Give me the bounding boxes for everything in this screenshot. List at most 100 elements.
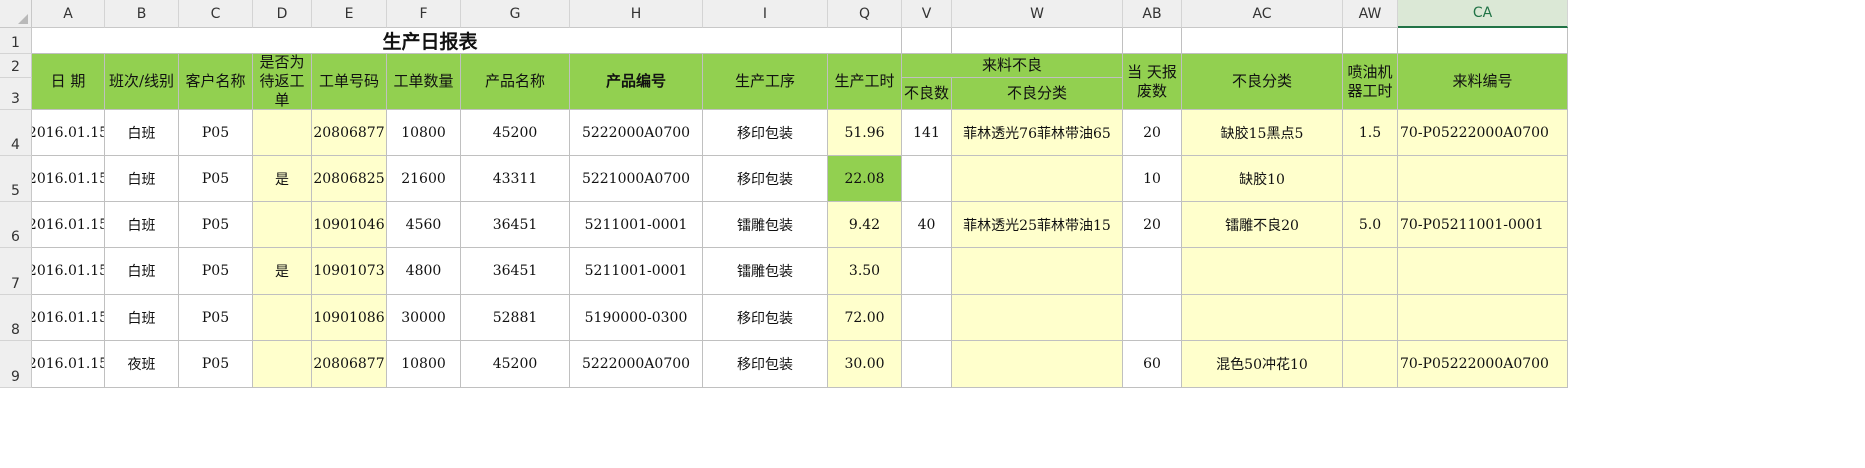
row-header-5[interactable]: 5 [0, 156, 32, 202]
cell-shift-row6[interactable]: 白班 [105, 202, 179, 248]
cell-rework-row7[interactable]: 是 [253, 248, 312, 295]
cell-order-qty-row6[interactable]: 4560 [387, 202, 461, 248]
cell-product-name-row5[interactable]: 43311 [461, 156, 570, 202]
cell-order-no-row7[interactable]: 10901073 [312, 248, 387, 295]
header-shift[interactable]: 班次/线别 [105, 54, 179, 110]
cell-row1-w[interactable] [952, 28, 1123, 54]
column-header-ca[interactable]: CA [1398, 0, 1568, 28]
row-header-8[interactable]: 8 [0, 295, 32, 341]
cell-defect-type-row5[interactable] [952, 156, 1123, 202]
cell-shift-row5[interactable]: 白班 [105, 156, 179, 202]
cell-product-name-row4[interactable]: 45200 [461, 110, 570, 156]
row-header-7[interactable]: 7 [0, 248, 32, 295]
header-defect-qty[interactable]: 不良数 [902, 78, 952, 110]
cell-date-row5[interactable]: 2016.01.15 [32, 156, 105, 202]
row-header-4[interactable]: 4 [0, 110, 32, 156]
cell-defect-qty-row8[interactable] [902, 295, 952, 341]
cell-hours-row5[interactable]: 22.08 [828, 156, 902, 202]
header-defect-class[interactable]: 不良分类 [1182, 54, 1343, 110]
cell-spray-hours-row7[interactable] [1343, 248, 1398, 295]
cell-scrap-row9[interactable]: 60 [1123, 341, 1182, 388]
row-header-9[interactable]: 9 [0, 341, 32, 388]
cell-customer-row9[interactable]: P05 [179, 341, 253, 388]
cell-product-name-row7[interactable]: 36451 [461, 248, 570, 295]
cell-spray-hours-row9[interactable] [1343, 341, 1398, 388]
column-header-d[interactable]: D [253, 0, 312, 28]
column-header-c[interactable]: C [179, 0, 253, 28]
cell-spray-hours-row4[interactable]: 1.5 [1343, 110, 1398, 156]
cell-product-code-row8[interactable]: 5190000-0300 [570, 295, 703, 341]
cell-process-row5[interactable]: 移印包装 [703, 156, 828, 202]
cell-scrap-row4[interactable]: 20 [1123, 110, 1182, 156]
cell-order-qty-row4[interactable]: 10800 [387, 110, 461, 156]
cell-customer-row6[interactable]: P05 [179, 202, 253, 248]
cell-hours-row9[interactable]: 30.00 [828, 341, 902, 388]
cell-customer-row7[interactable]: P05 [179, 248, 253, 295]
cell-order-qty-row9[interactable]: 10800 [387, 341, 461, 388]
header-product-name[interactable]: 产品名称 [461, 54, 570, 110]
cell-shift-row8[interactable]: 白班 [105, 295, 179, 341]
header-order-qty[interactable]: 工单数量 [387, 54, 461, 110]
sheet-title[interactable]: 生产日报表 [32, 28, 828, 54]
cell-shift-row9[interactable]: 夜班 [105, 341, 179, 388]
header-spray-hours[interactable]: 喷油机器工时 [1343, 54, 1398, 110]
cell-customer-row4[interactable]: P05 [179, 110, 253, 156]
cell-defect-class-row6[interactable]: 镭雕不良20 [1182, 202, 1343, 248]
cell-row1-ab[interactable] [1123, 28, 1182, 54]
cell-date-row9[interactable]: 2016.01.15 [32, 341, 105, 388]
header-date[interactable]: 日 期 [32, 54, 105, 110]
cell-order-no-row5[interactable]: 20806825 [312, 156, 387, 202]
cell-defect-type-row4[interactable]: 菲林透光76菲林带油65 [952, 110, 1123, 156]
cell-material-no-row4[interactable]: 70-P05222000A0700 [1398, 110, 1568, 156]
cell-product-code-row9[interactable]: 5222000A0700 [570, 341, 703, 388]
column-header-e[interactable]: E [312, 0, 387, 28]
column-header-w[interactable]: W [952, 0, 1123, 28]
row-header-6[interactable]: 6 [0, 202, 32, 248]
cell-process-row6[interactable]: 镭雕包装 [703, 202, 828, 248]
cell-row1-ca[interactable] [1398, 28, 1568, 54]
column-header-i[interactable]: I [703, 0, 828, 28]
cell-material-no-row8[interactable] [1398, 295, 1568, 341]
header-scrap[interactable]: 当 天报废数 [1123, 54, 1182, 110]
column-header-v[interactable]: V [902, 0, 952, 28]
header-product-code[interactable]: 产品编号 [570, 54, 703, 110]
cell-order-no-row9[interactable]: 20806877 [312, 341, 387, 388]
cell-spray-hours-row8[interactable] [1343, 295, 1398, 341]
cell-order-qty-row8[interactable]: 30000 [387, 295, 461, 341]
column-header-b[interactable]: B [105, 0, 179, 28]
cell-defect-qty-row5[interactable] [902, 156, 952, 202]
cell-defect-qty-row9[interactable] [902, 341, 952, 388]
row-header-1[interactable]: 1 [0, 28, 32, 54]
cell-defect-type-row7[interactable] [952, 248, 1123, 295]
cell-process-row4[interactable]: 移印包装 [703, 110, 828, 156]
cell-scrap-row8[interactable] [1123, 295, 1182, 341]
cell-order-qty-row5[interactable]: 21600 [387, 156, 461, 202]
cell-material-no-row7[interactable] [1398, 248, 1568, 295]
column-header-ac[interactable]: AC [1182, 0, 1343, 28]
cell-defect-class-row5[interactable]: 缺胶10 [1182, 156, 1343, 202]
column-header-q[interactable]: Q [828, 0, 902, 28]
cell-rework-row6[interactable] [253, 202, 312, 248]
cell-spray-hours-row6[interactable]: 5.0 [1343, 202, 1398, 248]
column-header-a[interactable]: A [32, 0, 105, 28]
cell-customer-row5[interactable]: P05 [179, 156, 253, 202]
cell-defect-type-row6[interactable]: 菲林透光25菲林带油15 [952, 202, 1123, 248]
select-all-corner[interactable] [0, 0, 32, 28]
cell-hours-row7[interactable]: 3.50 [828, 248, 902, 295]
cell-order-no-row8[interactable]: 10901086 [312, 295, 387, 341]
cell-shift-row7[interactable]: 白班 [105, 248, 179, 295]
cell-process-row9[interactable]: 移印包装 [703, 341, 828, 388]
cell-material-no-row6[interactable]: 70-P05211001-0001 [1398, 202, 1568, 248]
column-header-g[interactable]: G [461, 0, 570, 28]
cell-date-row7[interactable]: 2016.01.15 [32, 248, 105, 295]
row-header-2[interactable]: 2 [0, 54, 32, 78]
header-incoming-defect[interactable]: 来料不良 [902, 54, 1123, 78]
cell-defect-qty-row6[interactable]: 40 [902, 202, 952, 248]
header-customer[interactable]: 客户名称 [179, 54, 253, 110]
column-header-ab[interactable]: AB [1123, 0, 1182, 28]
cell-row1-v[interactable] [902, 28, 952, 54]
cell-process-row8[interactable]: 移印包装 [703, 295, 828, 341]
cell-scrap-row6[interactable]: 20 [1123, 202, 1182, 248]
header-defect-type[interactable]: 不良分类 [952, 78, 1123, 110]
header-hours[interactable]: 生产工时 [828, 54, 902, 110]
